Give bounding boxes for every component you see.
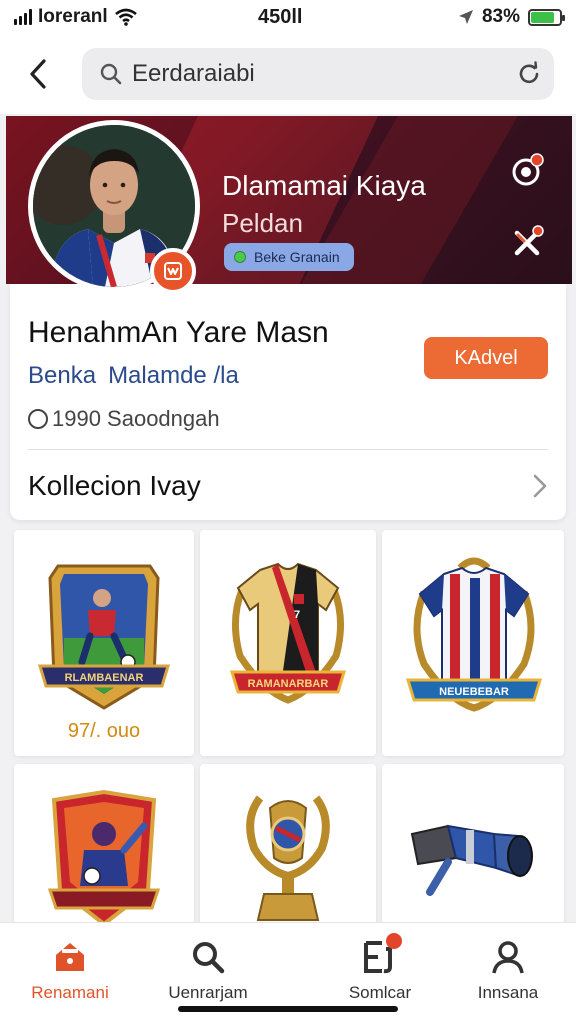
profile-info-card: HenahmAn Yare Masn Benka Malamde /la KAdv… xyxy=(10,284,566,520)
collection-item-telescope[interactable] xyxy=(382,764,564,934)
jersey-icon: NEUEBEBAR xyxy=(405,557,543,712)
search-bar[interactable] xyxy=(82,48,554,100)
tab-home[interactable]: Renamani xyxy=(10,937,130,1007)
card-caption: NEUEBEBAR xyxy=(439,686,509,698)
online-dot xyxy=(234,251,246,263)
signal-icon xyxy=(14,9,32,25)
player-card-icon: RLAMBAENAR xyxy=(38,564,170,710)
jersey-icon: 7 RAMANARBAR xyxy=(229,562,347,704)
carrier: Ioreranl xyxy=(14,6,138,28)
navigation-header xyxy=(0,34,576,114)
trophy-icon xyxy=(246,795,330,921)
collection-item-player-card[interactable]: RLAMBAENAR 97/. ouo xyxy=(14,530,194,756)
profile-subline: Benka Malamde /la xyxy=(28,362,239,390)
chevron-right-icon xyxy=(533,474,547,498)
collection-item-jersey-stripes[interactable]: NEUEBEBAR xyxy=(382,530,564,756)
subline-primary: Benka xyxy=(28,362,97,389)
telescope-icon xyxy=(410,824,533,896)
wifi-icon xyxy=(114,8,137,26)
item-price: 97/. ouo xyxy=(67,720,141,742)
crown-icon xyxy=(164,262,182,280)
tab-profile[interactable]: Innsana xyxy=(448,937,568,1007)
collection-label: Kollecion Ivay xyxy=(28,470,201,501)
refresh-icon[interactable] xyxy=(514,59,544,89)
back-button[interactable] xyxy=(20,54,56,94)
home-indicator xyxy=(178,1006,398,1012)
collection-item-jersey-gold-black[interactable]: 7 RAMANARBAR xyxy=(200,530,376,756)
card-caption: RLAMBAENAR xyxy=(65,672,144,684)
profile-meta: 1990 Saoodngah xyxy=(28,406,220,432)
pin-icon xyxy=(512,153,544,186)
close-button[interactable] xyxy=(510,224,546,260)
card-caption: RAMANARBAR xyxy=(248,678,329,690)
battery-icon xyxy=(528,8,565,26)
profile-icon xyxy=(488,937,528,977)
search-input[interactable] xyxy=(132,60,492,88)
carrier-label: Ioreranl xyxy=(38,6,108,27)
status-badge: Beke Granain xyxy=(224,243,354,271)
follow-button[interactable]: KAdvel xyxy=(424,337,548,379)
chevron-left-icon xyxy=(30,59,46,89)
location-arrow-icon xyxy=(458,10,473,24)
notification-button[interactable] xyxy=(510,152,546,188)
profile-subtitle: Peldan xyxy=(222,208,303,238)
tab-collection[interactable]: Somlcar xyxy=(320,933,440,1007)
tab-label: Innsana xyxy=(477,983,539,1002)
search-icon xyxy=(188,937,228,977)
clock-icon xyxy=(28,409,48,429)
search-icon xyxy=(96,59,126,89)
profile-name: Dlamamai Kiaya xyxy=(222,170,426,201)
tab-label: Uenrarjam xyxy=(168,983,248,1002)
collection-row[interactable]: Kollecion Ivay xyxy=(10,450,566,520)
status-bar: Ioreranl 450ll 83% xyxy=(0,0,576,34)
verified-badge xyxy=(150,248,196,294)
profile-title: HenahmAn Yare Masn xyxy=(28,316,329,349)
clock-time: 450ll xyxy=(258,6,303,28)
status-badge-label: Beke Granain xyxy=(254,249,340,265)
meta-text: 1990 Saoodngah xyxy=(52,406,220,431)
subline-secondary: Malamde /la xyxy=(108,362,239,389)
home-icon xyxy=(50,937,90,977)
svg-text:7: 7 xyxy=(294,609,300,621)
collection-item-trophy[interactable] xyxy=(200,764,376,934)
close-icon xyxy=(514,225,544,256)
notification-badge xyxy=(386,933,402,949)
tab-label: Renamani xyxy=(31,983,109,1002)
tab-search[interactable]: Uenrarjam xyxy=(148,937,268,1007)
hero-card-icon xyxy=(48,790,160,927)
battery-percent: 83% xyxy=(481,6,520,27)
tab-label: Somlcar xyxy=(348,983,412,1002)
collection-item-hero-card[interactable] xyxy=(14,764,194,934)
collection-icon xyxy=(360,933,402,977)
